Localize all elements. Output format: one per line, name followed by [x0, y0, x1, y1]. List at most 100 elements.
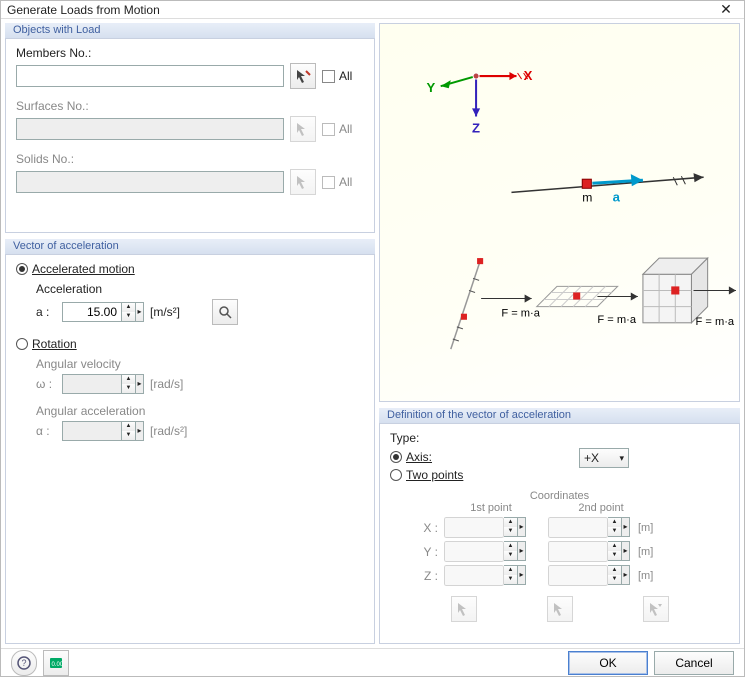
surfaces-all-checkbox	[322, 123, 335, 136]
spinner-arrows-icon: ▲▼	[608, 517, 622, 537]
solids-no-input	[16, 171, 284, 193]
close-icon[interactable]: ✕	[714, 1, 738, 18]
pick-members-button[interactable]	[290, 63, 316, 89]
members-row: All	[16, 63, 364, 89]
z-label: Z :	[390, 569, 438, 583]
help-button[interactable]: ?	[11, 650, 37, 676]
acceleration-row: a : ▲▼ ▸ [m/s²]	[36, 299, 364, 325]
left-panel: Objects with Load Members No.: All Surfa…	[5, 23, 375, 644]
cancel-button[interactable]: Cancel	[654, 651, 734, 675]
second-point-header: 2nd point	[556, 502, 646, 514]
titlebar: Generate Loads from Motion ✕	[1, 1, 744, 19]
two-points-radio[interactable]: Two points	[390, 468, 729, 482]
spinner-arrows-icon: ▲▼	[504, 565, 518, 585]
rotation-radio[interactable]: Rotation	[16, 337, 364, 351]
angular-accel-label: Angular acceleration	[36, 404, 364, 418]
solids-no-label: Solids No.:	[16, 152, 364, 166]
z1-input	[444, 565, 504, 586]
spinner-arrows-icon: ▲▼	[504, 541, 518, 561]
surfaces-no-input	[16, 118, 284, 140]
pick-point1-button	[451, 596, 477, 622]
units-button[interactable]: 0.00	[43, 650, 69, 676]
coordinates-table: Coordinates 1st point 2nd point X : ▲▼▸ …	[390, 490, 729, 622]
formula-1: F = m·a	[501, 308, 540, 320]
omega-spinner: ▲▼ ▸	[62, 374, 144, 394]
omega-unit: [rad/s]	[150, 377, 183, 391]
angular-velocity-label: Angular velocity	[36, 357, 364, 371]
spinner-side-icon: ▸	[136, 421, 144, 441]
solids-all-label: All	[339, 175, 352, 189]
surfaces-all-label: All	[339, 122, 352, 136]
accelerated-motion-label: Accelerated motion	[32, 262, 135, 276]
coord-header: 1st point 2nd point	[390, 502, 729, 514]
members-all-label: All	[339, 69, 352, 83]
alpha-input	[62, 421, 122, 441]
pick-surfaces-button	[290, 116, 316, 142]
chevron-down-icon: ▾	[619, 453, 624, 464]
dialog-title: Generate Loads from Motion	[7, 3, 714, 17]
svg-text:?: ?	[22, 658, 27, 668]
alpha-unit: [rad/s²]	[150, 424, 187, 438]
spinner-arrows-icon[interactable]: ▲▼	[122, 302, 136, 322]
surfaces-all-group: All	[322, 122, 364, 136]
axis-dropdown[interactable]: +X ▾	[579, 448, 629, 468]
y2-input	[548, 541, 608, 562]
definition-group-title: Definition of the vector of acceleration	[379, 408, 740, 424]
m-label: m	[582, 191, 592, 205]
rotation-radio-icon	[16, 338, 28, 350]
members-all-group: All	[322, 69, 364, 83]
x-label: X :	[390, 521, 438, 535]
spinner-arrows-icon: ▲▼	[122, 421, 136, 441]
acceleration-input[interactable]	[62, 302, 122, 322]
content-area: Objects with Load Members No.: All Surfa…	[1, 19, 744, 648]
ok-button[interactable]: OK	[568, 651, 648, 675]
surfaces-row: All	[16, 116, 364, 142]
spinner-side-icon[interactable]: ▸	[136, 302, 144, 322]
members-all-checkbox[interactable]	[322, 70, 335, 83]
solids-all-group: All	[322, 175, 364, 189]
axis-radio-icon	[390, 451, 402, 463]
objects-with-load-group: Objects with Load Members No.: All Surfa…	[5, 23, 375, 233]
accelerated-motion-radio[interactable]: Accelerated motion	[16, 262, 364, 276]
surfaces-no-label: Surfaces No.:	[16, 99, 364, 113]
two-points-label: Two points	[406, 468, 463, 482]
axis-x-label: X	[524, 68, 533, 83]
x2-input	[548, 517, 608, 538]
a-unit: [m/s²]	[150, 305, 180, 319]
acceleration-picker-button[interactable]	[212, 299, 238, 325]
z-unit: [m]	[638, 570, 658, 582]
two-points-radio-icon	[390, 469, 402, 481]
y-unit: [m]	[638, 546, 658, 558]
right-panel: X Y Z m	[379, 23, 740, 644]
first-point-header: 1st point	[446, 502, 536, 514]
members-no-label: Members No.:	[16, 46, 364, 60]
spinner-arrows-icon: ▲▼	[608, 541, 622, 561]
vector-acceleration-group: Vector of acceleration Accelerated motio…	[5, 239, 375, 644]
x1-input	[444, 517, 504, 538]
formula-3: F = m·a	[696, 316, 735, 328]
axis-radio[interactable]: Axis:	[390, 450, 569, 464]
a-label: a :	[36, 305, 56, 319]
omega-label: ω :	[36, 377, 56, 391]
axis-label: Axis:	[406, 450, 432, 464]
solids-all-checkbox	[322, 176, 335, 189]
coord-row-y: Y : ▲▼▸ ▲▼▸ [m]	[390, 541, 729, 562]
type-label: Type:	[390, 431, 729, 445]
alpha-row: α : ▲▼ ▸ [rad/s²]	[36, 421, 364, 441]
z2-input	[548, 565, 608, 586]
pick-point2-button	[547, 596, 573, 622]
objects-group-title: Objects with Load	[5, 23, 375, 39]
a-label-preview: a	[613, 190, 621, 205]
axis-z-label: Z	[472, 121, 480, 136]
acceleration-spinner[interactable]: ▲▼ ▸	[62, 302, 144, 322]
coordinates-label: Coordinates	[390, 490, 729, 502]
omega-input	[62, 374, 122, 394]
coord-row-z: Z : ▲▼▸ ▲▼▸ [m]	[390, 565, 729, 586]
alpha-spinner: ▲▼ ▸	[62, 421, 144, 441]
members-no-input[interactable]	[16, 65, 284, 87]
solids-row: All	[16, 169, 364, 195]
swap-points-button	[643, 596, 669, 622]
axis-dropdown-value: +X	[584, 451, 599, 465]
spinner-arrows-icon: ▲▼	[608, 565, 622, 585]
y1-input	[444, 541, 504, 562]
